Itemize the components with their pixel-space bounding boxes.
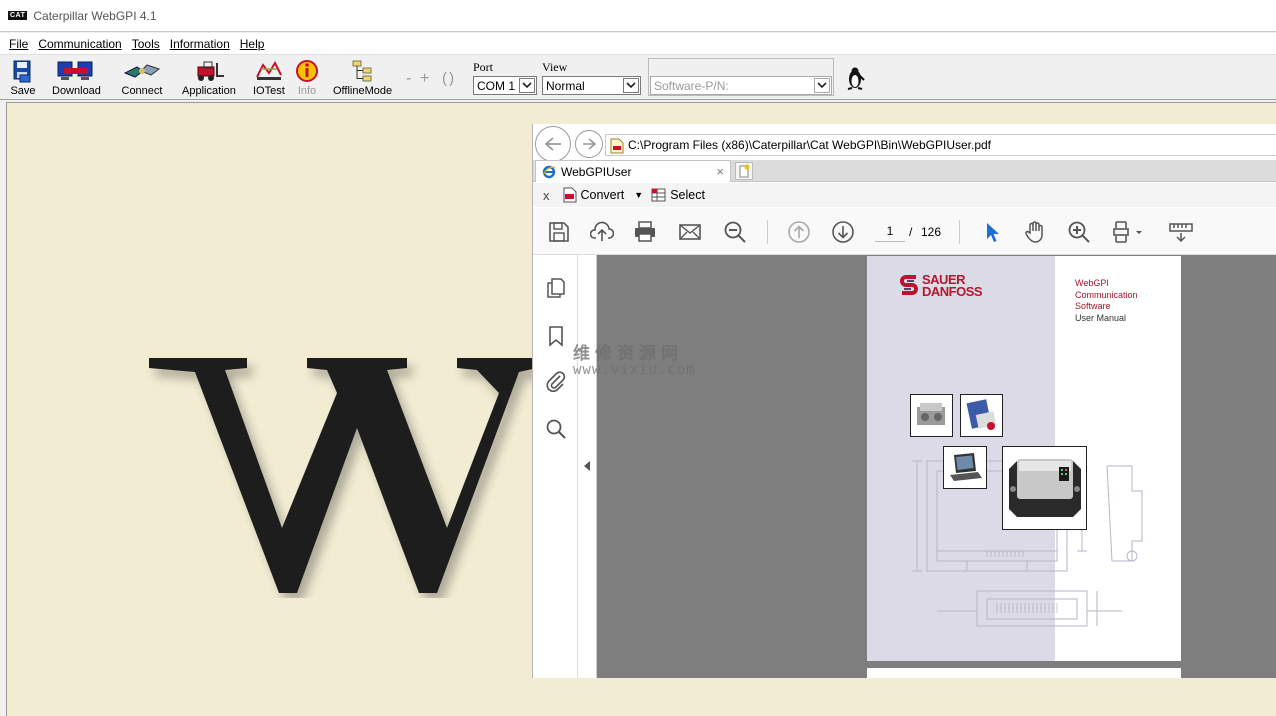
- pdf-viewport[interactable]: SAUER DANFOSS WebGPI Communication Softw…: [597, 255, 1276, 678]
- page-count: 126: [921, 225, 942, 239]
- new-page-icon: [739, 164, 750, 178]
- sauer-danfoss-s-icon: [900, 275, 918, 295]
- iotest-icon: [254, 58, 284, 84]
- laptop-photo-icon: [943, 446, 987, 489]
- chevron-down-icon: [623, 78, 639, 93]
- new-tab-button[interactable]: [735, 162, 753, 180]
- logo-letter-w-icon: [149, 358, 537, 598]
- next-page-icon[interactable]: [831, 220, 855, 244]
- zoom-out-button[interactable]: -: [406, 70, 411, 88]
- main-toolbar: Save Download Connect Application IOTest…: [0, 56, 1276, 100]
- caret-left-icon: [584, 461, 590, 471]
- command-bar: x Convert ▼ Select: [533, 183, 1276, 207]
- pdf-browser-window: C:\Program Files (x86)\Caterpillar\Cat W…: [532, 124, 1276, 678]
- save-button[interactable]: Save: [8, 58, 38, 97]
- pdf-file-icon: [610, 138, 624, 157]
- tab-webgpiuser[interactable]: WebGPIUser ×: [535, 160, 731, 182]
- chevron-down-icon: [519, 78, 535, 93]
- pdf-sidebar: [533, 255, 578, 678]
- select-table-icon: [651, 188, 666, 202]
- convert-button[interactable]: Convert: [562, 187, 624, 203]
- page-number-input[interactable]: 1: [875, 220, 905, 242]
- menu-communication[interactable]: Communication: [33, 37, 126, 51]
- save-icon: [8, 58, 38, 84]
- port-select[interactable]: COM 1: [473, 76, 537, 95]
- save-pdf-icon[interactable]: [547, 220, 571, 244]
- hand-tool-icon[interactable]: [1023, 220, 1047, 244]
- penguin-icon[interactable]: [844, 66, 866, 90]
- ecu-module-photo-icon: [1002, 446, 1087, 530]
- convert-pdf-icon: [563, 187, 576, 203]
- software-box-photo-icon: [960, 394, 1003, 437]
- select-cursor-icon[interactable]: [980, 220, 1004, 244]
- cat-logo-icon: CAT: [8, 11, 28, 20]
- download-icon: [53, 58, 99, 84]
- forklift-icon: [189, 58, 229, 84]
- close-tab-icon[interactable]: ×: [716, 164, 724, 179]
- back-button[interactable]: [535, 126, 571, 162]
- window-title: Caterpillar WebGPI 4.1: [33, 8, 157, 23]
- search-icon[interactable]: [545, 418, 567, 440]
- title-bar: CAT Caterpillar WebGPI 4.1: [0, 0, 1276, 32]
- email-icon[interactable]: [678, 220, 702, 244]
- sidebar-toggle[interactable]: [578, 255, 597, 678]
- application-button[interactable]: Application: [182, 58, 236, 97]
- watermark: 维修资源网 www.vixiu.com: [573, 344, 696, 378]
- select-button[interactable]: Select: [651, 187, 705, 203]
- menu-bar: File Communication Tools Information Hel…: [0, 33, 1276, 55]
- info-icon: [292, 58, 322, 84]
- document-title: WebGPI Communication Software User Manua…: [1075, 278, 1138, 323]
- page-thumbnails-icon[interactable]: [545, 277, 567, 299]
- navigation-bar: C:\Program Files (x86)\Caterpillar\Cat W…: [533, 126, 1276, 162]
- arrow-left-icon: [544, 137, 561, 151]
- page-fit-icon[interactable]: [1113, 220, 1147, 244]
- arrow-right-icon: [583, 138, 597, 150]
- menu-help[interactable]: Help: [235, 37, 270, 51]
- connect-icon: [120, 58, 164, 84]
- port-label: Port: [473, 60, 494, 74]
- convert-dropdown-icon[interactable]: ▼: [634, 190, 643, 200]
- chevron-down-icon: [814, 78, 830, 93]
- sauer-danfoss-logo: SAUER DANFOSS: [899, 273, 983, 298]
- info-button[interactable]: Info: [292, 58, 322, 97]
- pdf-page: SAUER DANFOSS WebGPI Communication Softw…: [867, 256, 1181, 661]
- print-icon[interactable]: [633, 220, 657, 244]
- download-button[interactable]: Download: [52, 58, 101, 97]
- connect-button[interactable]: Connect: [120, 58, 164, 97]
- menu-tools[interactable]: Tools: [127, 37, 165, 51]
- menu-file[interactable]: File: [4, 37, 33, 51]
- iotest-button[interactable]: IOTest: [253, 58, 285, 97]
- controller-photo-icon: [910, 394, 953, 437]
- offline-mode-button[interactable]: OfflineMode: [333, 58, 392, 97]
- forward-button[interactable]: [575, 130, 603, 158]
- page-separator: /: [909, 225, 913, 239]
- attachment-icon[interactable]: [545, 370, 567, 392]
- previous-page-icon[interactable]: [787, 220, 811, 244]
- software-pn-select[interactable]: Software-P/N:: [650, 76, 832, 95]
- pdf-toolbar: 1 / 126: [533, 208, 1276, 255]
- address-bar[interactable]: C:\Program Files (x86)\Caterpillar\Cat W…: [605, 134, 1276, 156]
- tab-strip: WebGPIUser ×: [533, 160, 1276, 182]
- tools-collapse-icon[interactable]: [1167, 220, 1195, 244]
- next-pdf-page: [867, 668, 1181, 678]
- zoom-in-button[interactable]: +: [420, 70, 429, 88]
- view-select[interactable]: Normal: [542, 76, 641, 95]
- zoom-out-icon[interactable]: [723, 220, 747, 244]
- upload-cloud-icon[interactable]: [590, 220, 614, 244]
- internet-explorer-icon: [542, 165, 556, 179]
- close-command-bar-icon[interactable]: x: [543, 188, 550, 203]
- zoom-in-icon[interactable]: [1067, 220, 1091, 244]
- tree-icon: [348, 58, 378, 84]
- view-label: View: [542, 60, 568, 74]
- menu-information[interactable]: Information: [165, 37, 235, 51]
- reset-button[interactable]: ( ): [442, 70, 454, 87]
- bookmark-icon[interactable]: [545, 325, 567, 347]
